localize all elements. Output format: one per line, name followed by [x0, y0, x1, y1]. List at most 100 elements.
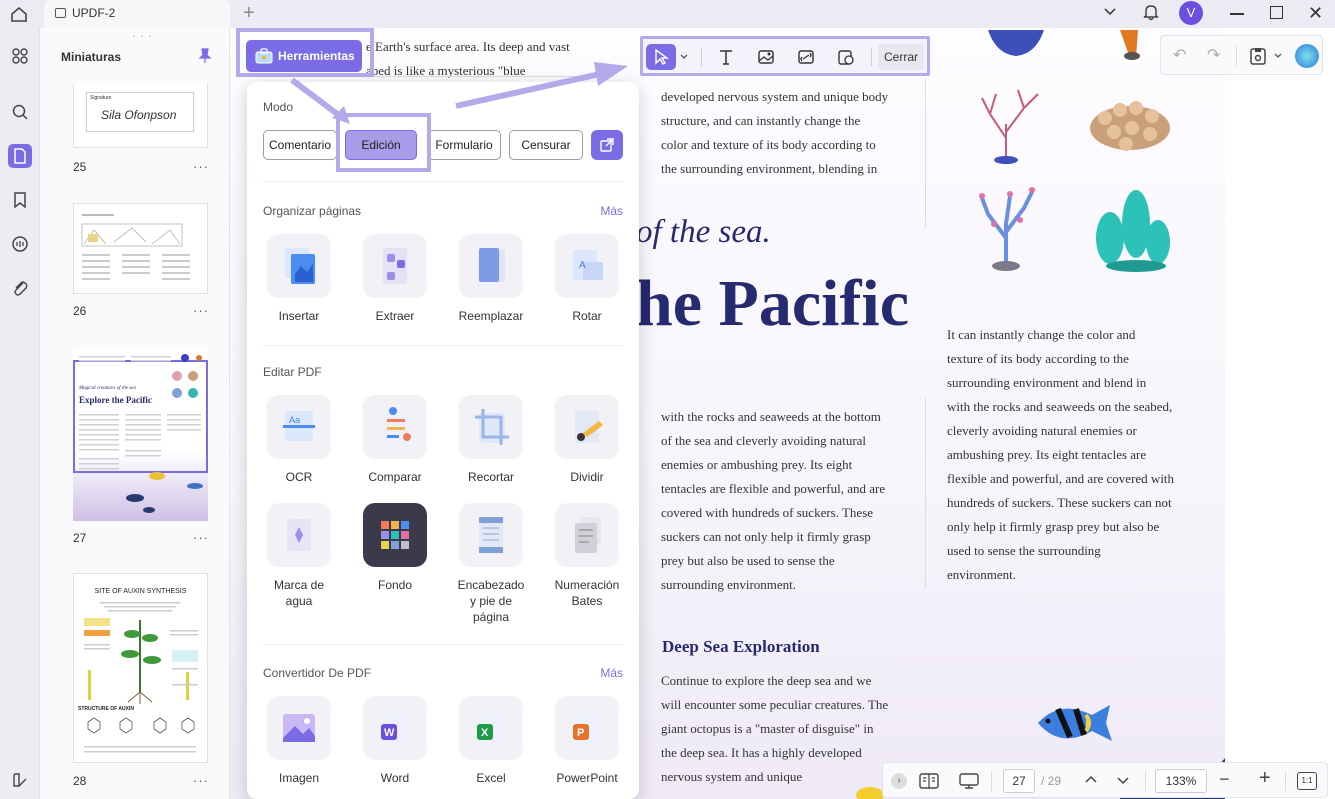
link-tool-icon[interactable] — [791, 44, 821, 70]
tool-numeracion-bates[interactable]: Numeración Bates — [539, 503, 635, 609]
fit-actual-size-button[interactable]: 1:1 — [1297, 772, 1317, 790]
zoom-level[interactable]: 133% — [1155, 769, 1207, 793]
title-bar: UPDF-2 + V ✕ — [0, 0, 1335, 28]
mode-formulario-button[interactable]: Formulario — [427, 130, 501, 160]
split-icon — [555, 395, 619, 459]
tool-excel[interactable]: X Excel — [443, 696, 539, 786]
presentation-icon[interactable] — [959, 772, 979, 795]
thumbnail-page-27[interactable]: Magical creatures of the sea Explore the… — [73, 348, 208, 521]
convert-section-title: Convertidor De PDF — [263, 666, 372, 680]
excel-icon: X — [459, 696, 523, 760]
redo-icon[interactable]: ↷ — [1207, 45, 1220, 65]
tool-comparar[interactable]: Comparar — [347, 395, 443, 485]
prev-page-icon[interactable] — [1083, 772, 1099, 793]
grid-icon[interactable] — [8, 44, 32, 68]
signature-text: Sila Ofonpson — [101, 108, 177, 122]
powerpoint-icon: P — [555, 696, 619, 760]
thumbnail-page-25[interactable]: Signature Sila Ofonpson — [73, 84, 208, 148]
total-pages: / 29 — [1041, 774, 1062, 788]
herramientas-button[interactable]: Herramientas — [246, 40, 362, 72]
ocr-icon: Aa — [267, 395, 331, 459]
notification-bell-icon[interactable] — [1142, 3, 1160, 26]
extract-icon — [363, 234, 427, 298]
edit-section-title: Editar PDF — [263, 365, 322, 379]
thumbnails-panel: · · · Miniaturas Signature Sila Ofonpson… — [40, 28, 230, 799]
herramientas-label: Herramientas — [278, 49, 355, 63]
compare-icon — [363, 395, 427, 459]
undo-icon[interactable]: ↶ — [1173, 45, 1186, 65]
page-25-more-icon[interactable]: ··· — [193, 159, 209, 174]
zoom-in-icon[interactable]: + — [1259, 767, 1271, 790]
close-edit-button[interactable]: Cerrar — [878, 44, 924, 70]
page-icon[interactable] — [8, 144, 32, 168]
page-number-28: 28 — [73, 774, 87, 788]
page-27-more-icon[interactable]: ··· — [193, 530, 209, 545]
tool-powerpoint[interactable]: P PowerPoint — [539, 696, 635, 786]
svg-text:X: X — [481, 727, 489, 739]
close-icon[interactable]: ✕ — [1308, 3, 1323, 24]
tool-reemplazar[interactable]: Reemplazar — [443, 234, 539, 324]
thumbnail-page-26[interactable] — [73, 203, 208, 294]
next-page-icon[interactable] — [1115, 773, 1131, 794]
zoom-out-icon[interactable]: − — [1219, 769, 1230, 790]
tool-recortar[interactable]: Recortar — [443, 395, 539, 485]
col1-top-text: developed nervous system and unique body… — [661, 89, 889, 176]
document-tab[interactable]: UPDF-2 — [44, 0, 230, 28]
tool-encabezado[interactable]: Encabezado y pie de página — [443, 503, 539, 625]
tool-extraer[interactable]: Extraer — [347, 234, 443, 324]
home-icon[interactable] — [10, 6, 28, 22]
open-external-button[interactable] — [591, 130, 623, 160]
svg-text:Aa: Aa — [289, 415, 300, 425]
new-tab-button[interactable]: + — [243, 2, 255, 25]
page-number-25: 25 — [73, 160, 87, 174]
mode-comentario-button[interactable]: Comentario — [263, 130, 337, 160]
tool-rotar[interactable]: A Rotar — [539, 234, 635, 324]
maximize-icon[interactable] — [1270, 6, 1283, 19]
tool-ocr[interactable]: Aa OCR — [251, 395, 347, 485]
mode-censurar-button[interactable]: Censurar — [509, 130, 583, 160]
comment-icon[interactable] — [8, 232, 32, 256]
convert-more-link[interactable]: Más — [600, 666, 623, 680]
drag-handle[interactable]: · · · — [132, 31, 153, 42]
tool-imagen[interactable]: Imagen — [251, 696, 347, 786]
tool-insertar[interactable]: Insertar — [251, 234, 347, 324]
fish-illustration — [1038, 705, 1112, 741]
watermark-tool-icon[interactable] — [831, 44, 861, 70]
save-icon[interactable] — [1249, 46, 1267, 71]
search-icon[interactable] — [8, 100, 32, 124]
pin-icon[interactable] — [198, 48, 212, 69]
chevron-down-icon[interactable] — [1103, 5, 1117, 24]
bookmark-icon[interactable] — [8, 188, 32, 212]
collapse-arrow-icon[interactable]: › — [891, 773, 907, 789]
organize-section-title: Organizar páginas — [263, 204, 362, 218]
ai-assistant-icon[interactable] — [1295, 44, 1319, 68]
open-external-icon — [600, 138, 614, 152]
image-convert-icon — [267, 696, 331, 760]
page-top-line-2: abed is like a mysterious "blue — [366, 63, 526, 78]
signature-label: Signature — [90, 95, 112, 101]
tool-dividir[interactable]: Dividir — [539, 395, 635, 485]
page-26-more-icon[interactable]: ··· — [193, 303, 209, 318]
text-tool-icon[interactable] — [711, 44, 741, 70]
tools-popup: Modo Comentario Edición Formulario Censu… — [247, 82, 639, 799]
select-tool-dropdown-icon[interactable] — [677, 44, 691, 70]
avatar[interactable]: V — [1179, 1, 1203, 25]
organize-more-link[interactable]: Más — [600, 204, 623, 218]
thumbnail-page-28[interactable]: SITE OF AUXIN SYNTHESIS STRUCTURE OF AUX… — [73, 573, 208, 763]
tool-word[interactable]: W Word — [347, 696, 443, 786]
save-dropdown-icon[interactable] — [1273, 48, 1283, 66]
coral-illustrations — [979, 30, 1170, 272]
image-tool-icon[interactable] — [751, 44, 781, 70]
minimize-icon[interactable] — [1230, 13, 1244, 15]
tool-marca-de-agua[interactable]: Marca de agua — [251, 503, 347, 609]
attachment-icon[interactable] — [8, 276, 32, 300]
page-layout-icon[interactable] — [919, 772, 939, 795]
layers-icon[interactable] — [8, 768, 32, 792]
tool-fondo[interactable]: Fondo — [347, 503, 443, 593]
thumbnails-title: Miniaturas — [61, 50, 122, 64]
page-number-27: 27 — [73, 531, 87, 545]
mode-label: Modo — [263, 100, 294, 114]
page-number-input[interactable]: 27 — [1003, 769, 1035, 793]
select-tool-button[interactable] — [646, 44, 676, 70]
page-28-more-icon[interactable]: ··· — [193, 773, 209, 788]
